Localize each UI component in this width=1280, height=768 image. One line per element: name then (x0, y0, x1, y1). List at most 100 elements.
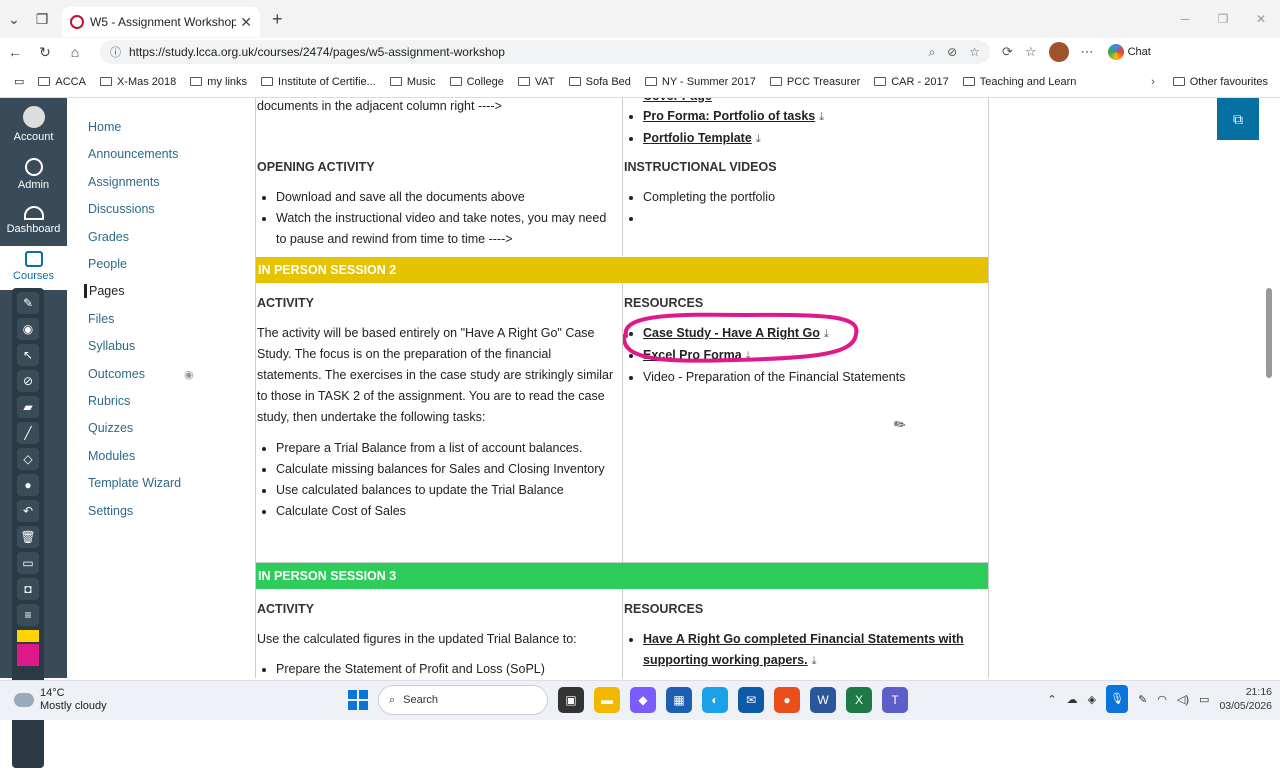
camera-icon[interactable]: ◘ (17, 578, 39, 600)
course-nav-pages[interactable]: Pages (84, 284, 124, 299)
bookmark-item[interactable]: College (449, 76, 504, 88)
store-icon[interactable]: ▦ (666, 687, 692, 713)
reading-list-icon[interactable]: ▭ (14, 75, 24, 88)
course-nav-people[interactable]: People (88, 257, 127, 271)
course-nav-files[interactable]: Files (88, 312, 114, 326)
pen-icon[interactable]: ✎ (1138, 693, 1147, 706)
more-menu-icon[interactable]: ⋯ (1081, 44, 1094, 60)
bookmark-item[interactable]: ACCA (38, 76, 86, 88)
course-nav-settings[interactable]: Settings (88, 504, 133, 518)
word-icon[interactable]: W (810, 687, 836, 713)
course-nav-rubrics[interactable]: Rubrics (88, 394, 130, 408)
course-nav-home[interactable]: Home (88, 120, 121, 134)
favourites-icon[interactable]: ☆ (1025, 44, 1037, 60)
copilot-chat-button[interactable]: Chat (1107, 44, 1151, 60)
taskbar-search[interactable]: ⌕ Search (378, 685, 548, 715)
maximize-icon[interactable]: ❐ (1204, 12, 1242, 26)
dashboard-nav[interactable]: Dashboard (0, 206, 67, 235)
yellow-swatch[interactable] (17, 630, 39, 642)
reload-icon[interactable]: ↻ (30, 44, 60, 61)
minimize-icon[interactable]: ─ (1166, 12, 1204, 26)
workspaces-icon[interactable]: ❐ (28, 5, 56, 33)
favourite-star-icon[interactable]: ☆ (969, 45, 980, 60)
other-favourites[interactable]: Other favourites (1172, 76, 1268, 88)
battery-icon[interactable]: ▭ (1199, 693, 1209, 706)
download-icon[interactable]: ⤓ (819, 107, 824, 128)
browser-tab[interactable]: W5 - Assignment Workshop : Busi ✕ (62, 7, 260, 37)
bookmark-item[interactable]: NY - Summer 2017 (644, 76, 756, 88)
url-field[interactable]: ⓘ https://study.lcca.org.uk/courses/2474… (100, 40, 990, 64)
course-nav-announcements[interactable]: Announcements (88, 147, 178, 161)
undo-icon[interactable]: ↶ (17, 500, 39, 522)
course-nav-quizzes[interactable]: Quizzes (88, 421, 133, 435)
microphone-icon[interactable]: 🎙 (1106, 685, 1129, 713)
volume-icon[interactable]: ◁) (1177, 693, 1189, 706)
windows-start-icon[interactable] (348, 690, 368, 710)
pro-forma-link[interactable]: Pro Forma: Portfolio of tasks (643, 109, 815, 123)
weather-widget[interactable]: 14°C Mostly cloudy (14, 687, 107, 713)
portfolio-template-link[interactable]: Portfolio Template (643, 131, 752, 145)
new-tab-icon[interactable]: + (272, 9, 283, 30)
copilot-app-icon[interactable]: ◆ (630, 687, 656, 713)
dot-tool-icon[interactable]: ● (17, 474, 39, 496)
highlighter-tool-icon[interactable]: ▰ (17, 396, 39, 418)
close-tab-icon[interactable]: ✕ (240, 14, 252, 31)
back-icon[interactable]: ← (0, 44, 30, 60)
bookmark-item[interactable]: Teaching and Learn (962, 76, 1076, 88)
bookmark-item[interactable]: X-Mas 2018 (99, 76, 176, 88)
wifi-icon[interactable]: ◠ (1157, 693, 1167, 706)
download-icon[interactable]: ⤓ (756, 129, 761, 150)
tracking-icon[interactable]: ⊘ (947, 45, 957, 60)
close-window-icon[interactable]: ✕ (1242, 12, 1280, 26)
pen-tool-icon[interactable]: ✎ (17, 292, 39, 314)
immersive-reader-button[interactable]: ⧉ (1217, 98, 1259, 140)
bookmark-item[interactable]: Music (389, 76, 436, 88)
delete-icon[interactable]: 🗑 (17, 526, 39, 548)
bookmark-item[interactable]: Sofa Bed (568, 76, 631, 88)
zoom-icon[interactable]: ⌕ (928, 45, 935, 60)
course-nav-assignments[interactable]: Assignments (88, 175, 160, 189)
course-nav-grades[interactable]: Grades (88, 230, 129, 244)
bookmark-item[interactable]: VAT (517, 76, 555, 88)
page-scrollbar[interactable] (1266, 98, 1272, 678)
course-nav-discussions[interactable]: Discussions (88, 202, 155, 216)
scrollbar-thumb[interactable] (1266, 288, 1272, 378)
courses-nav[interactable]: Courses (0, 246, 67, 290)
chrome-icon[interactable]: ● (774, 687, 800, 713)
eraser-tool-icon[interactable]: ◇ (17, 448, 39, 470)
download-icon[interactable]: ⤓ (812, 651, 817, 672)
pointer-tool-icon[interactable]: ↖ (17, 344, 39, 366)
edge-icon[interactable]: ◐ (702, 687, 728, 713)
line-tool-icon[interactable]: ╱ (17, 422, 39, 444)
network-app-icon[interactable]: ◈ (1088, 693, 1096, 706)
completed-statements-link[interactable]: Have A Right Go completed Financial Stat… (643, 632, 964, 667)
list-item[interactable]: Video - Preparation of the Financial Sta… (643, 367, 984, 388)
bookmark-item[interactable]: my links (190, 76, 247, 88)
chevron-up-icon[interactable]: ⌃ (1047, 693, 1056, 706)
bookmark-item[interactable]: Institute of Certifie... (261, 76, 376, 88)
admin-nav[interactable]: Admin (0, 158, 67, 191)
hide-tool-icon[interactable]: ⊘ (17, 370, 39, 392)
onedrive-icon[interactable]: ☁ (1067, 693, 1078, 706)
pink-swatch[interactable] (17, 644, 39, 666)
screen-icon[interactable]: ▭ (17, 552, 39, 574)
course-nav-template-wizard[interactable]: Template Wizard (88, 476, 181, 490)
bookmarks-more-icon[interactable]: › (1151, 76, 1155, 88)
course-nav-syllabus[interactable]: Syllabus (88, 339, 135, 353)
account-nav[interactable]: Account (0, 106, 67, 143)
tab-list-icon[interactable]: ⌄ (0, 5, 28, 33)
task-view-icon[interactable]: ▣ (558, 687, 584, 713)
profile-avatar[interactable] (1048, 42, 1069, 62)
file-explorer-icon[interactable]: ▬ (594, 687, 620, 713)
course-nav-modules[interactable]: Modules (88, 449, 135, 463)
list-item[interactable]: Completing the portfolio (643, 187, 984, 208)
bookmark-item[interactable]: CAR - 2017 (874, 76, 949, 88)
teams-icon[interactable]: T (882, 687, 908, 713)
refresh-extension-icon[interactable]: ⟳ (1002, 44, 1013, 60)
notes-icon[interactable]: ≡ (17, 604, 39, 626)
eye-tool-icon[interactable]: ◉ (17, 318, 39, 340)
home-icon[interactable]: ⌂ (60, 44, 90, 60)
outlook-icon[interactable]: ✉ (738, 687, 764, 713)
excel-icon[interactable]: X (846, 687, 872, 713)
site-info-icon[interactable]: ⓘ (110, 44, 121, 60)
